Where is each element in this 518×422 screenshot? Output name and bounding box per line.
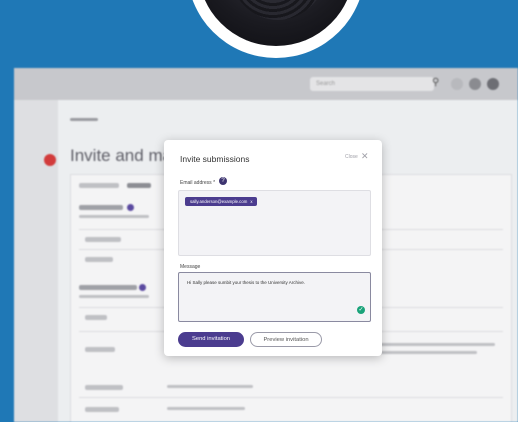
section-heading	[79, 205, 123, 210]
search-icon[interactable]: ⚲	[432, 77, 439, 88]
settings-icon[interactable]	[469, 78, 481, 90]
breadcrumb-underline	[70, 118, 98, 121]
help-icon[interactable]: ?	[219, 177, 227, 185]
tab-2[interactable]	[127, 183, 151, 188]
row-label	[85, 347, 115, 352]
row-label	[85, 385, 123, 390]
email-label-text: Email address	[180, 180, 212, 186]
message-text[interactable]: Hi Sally please sumbit your thesis to th…	[187, 280, 305, 285]
help-icon[interactable]	[451, 78, 463, 90]
email-chip-label: sally.anderson@example.com	[190, 199, 248, 204]
row-value	[367, 343, 495, 346]
preview-invitation-button[interactable]: Preview invitation	[250, 332, 322, 347]
message-field-label: Message	[180, 264, 201, 270]
invite-submissions-dialog: Invite submissions Close ✕ Email address…	[164, 140, 382, 356]
tab-1[interactable]	[79, 183, 119, 188]
sidebar	[14, 100, 58, 422]
divider	[79, 397, 503, 398]
required-mark: *	[213, 180, 216, 186]
send-invitation-button[interactable]: Send invitation	[178, 332, 244, 347]
top-bar: Search ⚲	[14, 68, 518, 100]
user-icon[interactable]	[487, 78, 499, 90]
row-value	[167, 385, 253, 388]
info-icon	[127, 204, 134, 211]
remove-chip-icon[interactable]: x	[250, 199, 252, 204]
message-field[interactable]: Hi Sally please sumbit your thesis to th…	[178, 272, 371, 322]
close-button[interactable]: Close	[345, 154, 358, 160]
section-subtext	[79, 215, 149, 218]
row-label	[85, 237, 121, 242]
email-field-label: Email address *	[180, 180, 215, 186]
row-label	[85, 407, 119, 412]
search-input[interactable]: Search	[310, 77, 434, 91]
section-subtext	[79, 295, 149, 298]
info-icon	[139, 284, 146, 291]
row-label	[85, 257, 113, 262]
section-heading	[79, 285, 137, 290]
dialog-title: Invite submissions	[180, 154, 250, 164]
notification-badge	[44, 154, 56, 166]
row-label	[85, 315, 107, 320]
row-value	[167, 407, 245, 410]
email-chip[interactable]: sally.anderson@example.com x	[185, 197, 258, 206]
email-field[interactable]: sally.anderson@example.com x	[178, 190, 371, 256]
close-icon[interactable]: ✕	[361, 151, 369, 162]
row-value	[367, 351, 477, 354]
grammar-check-icon[interactable]: ✓	[357, 306, 365, 314]
